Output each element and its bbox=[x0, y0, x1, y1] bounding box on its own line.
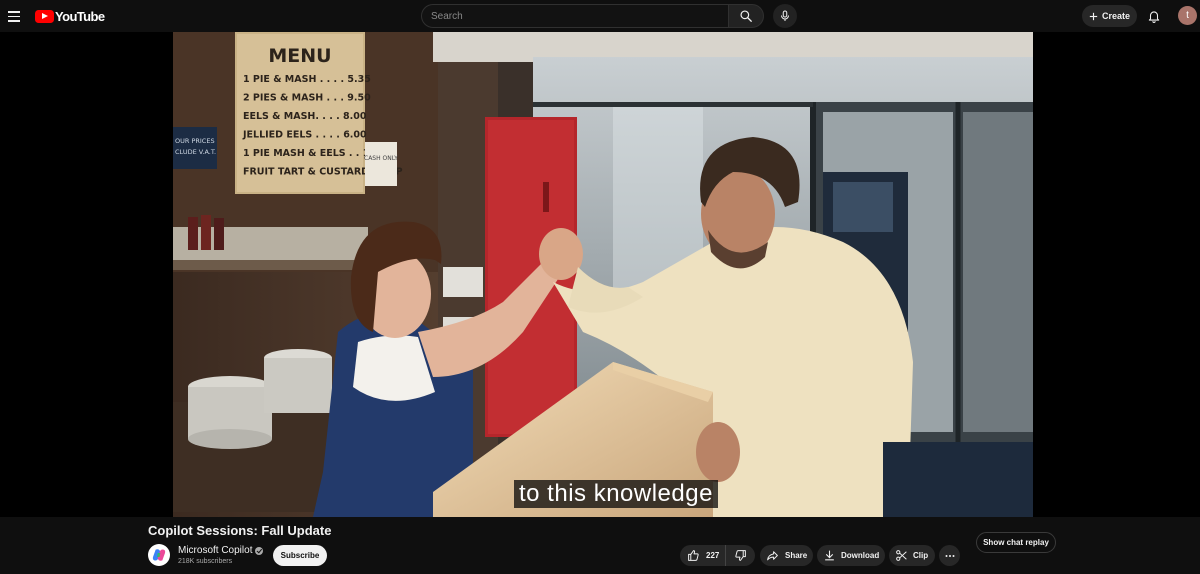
search-box bbox=[421, 4, 764, 28]
like-dislike-group: 227 bbox=[680, 545, 755, 566]
like-count: 227 bbox=[706, 551, 720, 560]
download-button[interactable]: Download bbox=[817, 545, 885, 566]
like-icon bbox=[688, 550, 699, 561]
voice-search-button[interactable] bbox=[773, 4, 797, 28]
play-logo-icon bbox=[35, 9, 54, 23]
subscriber-count: 218K subscribers bbox=[178, 558, 233, 565]
dislike-button[interactable] bbox=[726, 545, 755, 566]
search-field[interactable] bbox=[421, 4, 728, 28]
masthead: YouTube Create t bbox=[0, 0, 1200, 32]
like-button[interactable]: 227 bbox=[680, 545, 726, 566]
video-title: Copilot Sessions: Fall Update bbox=[148, 523, 332, 538]
verified-icon bbox=[255, 546, 264, 555]
channel-name-link[interactable]: Microsoft Copilot bbox=[178, 545, 264, 556]
channel-avatar[interactable] bbox=[148, 544, 170, 566]
clip-label: Clip bbox=[913, 551, 929, 560]
menu-line: 1 PIE & MASH . . . . 5.35 bbox=[243, 74, 371, 85]
search-input[interactable] bbox=[422, 5, 728, 27]
share-icon bbox=[767, 551, 778, 561]
more-actions-button[interactable] bbox=[939, 545, 960, 566]
search-button[interactable] bbox=[728, 4, 764, 28]
menu-line: EELS & MASH. . . . 8.00 bbox=[243, 111, 367, 122]
account-avatar[interactable]: t bbox=[1178, 6, 1197, 25]
clip-button[interactable]: Clip bbox=[889, 545, 935, 566]
menu-icon[interactable] bbox=[5, 6, 25, 26]
notifications-button[interactable] bbox=[1144, 6, 1164, 26]
cash-only-sign: CASH ONLY bbox=[364, 155, 398, 162]
plus-icon bbox=[1089, 12, 1098, 20]
scissors-icon bbox=[896, 550, 907, 561]
channel-name: Microsoft Copilot bbox=[178, 545, 253, 556]
dislike-icon bbox=[735, 550, 746, 561]
closed-caption: to this knowledge bbox=[514, 480, 718, 508]
video-scene: MENU 1 PIE & MASH . . . . 5.35 2 PIES & M… bbox=[173, 32, 1033, 517]
video-player[interactable]: MENU 1 PIE & MASH . . . . 5.35 2 PIES & M… bbox=[0, 32, 1200, 517]
youtube-logo[interactable]: YouTube bbox=[35, 9, 105, 24]
share-button[interactable]: Share bbox=[760, 545, 813, 566]
mic-icon bbox=[781, 10, 789, 21]
create-label: Create bbox=[1102, 11, 1131, 21]
menu-heading: MENU bbox=[268, 45, 331, 67]
bell-icon bbox=[1148, 11, 1160, 23]
copilot-logo-icon bbox=[152, 549, 166, 561]
create-button[interactable]: Create bbox=[1082, 5, 1137, 27]
share-label: Share bbox=[785, 551, 808, 560]
video-frame[interactable]: MENU 1 PIE & MASH . . . . 5.35 2 PIES & M… bbox=[173, 32, 1033, 517]
more-icon bbox=[945, 554, 954, 557]
menu-line: 2 PIES & MASH . . . 9.50 bbox=[243, 93, 371, 104]
show-chat-replay-button[interactable]: Show chat replay bbox=[976, 532, 1056, 553]
download-icon bbox=[825, 550, 834, 561]
search-icon bbox=[740, 10, 752, 22]
subscribe-button[interactable]: Subscribe bbox=[273, 545, 327, 566]
download-label: Download bbox=[841, 551, 880, 560]
menu-line: JELLIED EELS . . . . 6.00 bbox=[242, 130, 367, 141]
